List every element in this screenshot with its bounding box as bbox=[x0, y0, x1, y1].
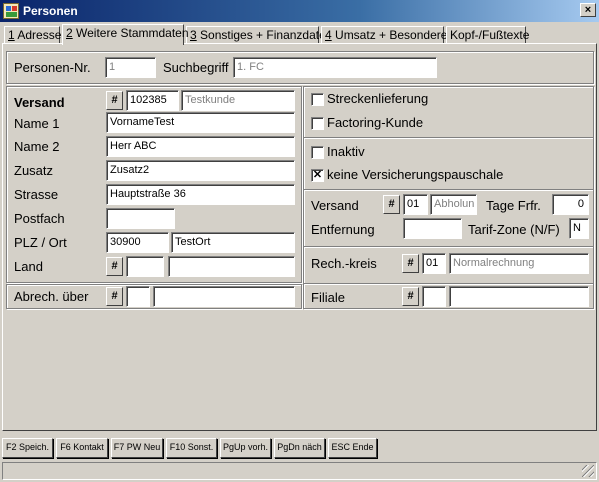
suchbegriff-field[interactable]: 1. FC bbox=[233, 57, 437, 78]
f10-other-button[interactable]: F10 Sonst. bbox=[166, 438, 217, 458]
factoring-label: Factoring-Kunde bbox=[327, 115, 424, 130]
app-icon bbox=[3, 3, 19, 19]
versicherung-checkbox[interactable]: ✕ bbox=[311, 169, 324, 182]
entfernung-label: Entfernung bbox=[311, 222, 375, 237]
land-code-field[interactable] bbox=[126, 256, 164, 277]
land-lookup-button[interactable]: # bbox=[106, 257, 123, 276]
tarif-zone-field[interactable]: N bbox=[569, 218, 589, 239]
abrech-label: Abrech. über bbox=[14, 289, 89, 304]
streckenlieferung-checkbox[interactable] bbox=[311, 93, 324, 106]
postfach-label: Postfach bbox=[14, 211, 65, 226]
divider bbox=[304, 246, 593, 248]
versand-right-desc-field: Abholun bbox=[430, 194, 477, 215]
divider bbox=[304, 137, 593, 139]
tab-sonstiges-finanzdaten[interactable]: 3 Sonstiges + Finanzdaten bbox=[186, 26, 332, 44]
versand-left-label: Versand bbox=[14, 95, 65, 110]
versand-right-label: Versand bbox=[311, 198, 359, 213]
abrech-code-field[interactable] bbox=[126, 286, 150, 307]
f6-contact-button[interactable]: F6 Kontakt bbox=[56, 438, 108, 458]
filiale-lookup-button[interactable]: # bbox=[402, 287, 419, 306]
plz-ort-label: PLZ / Ort bbox=[14, 235, 67, 250]
f7-new-password-button[interactable]: F7 PW Neu bbox=[111, 438, 163, 458]
zusatz-field[interactable]: Zusatz2 bbox=[106, 160, 295, 181]
personen-nr-label: Personen-Nr. bbox=[14, 60, 91, 75]
rechkreis-code-field[interactable]: 01 bbox=[422, 253, 446, 274]
name2-label: Name 2 bbox=[14, 139, 60, 154]
land-label: Land bbox=[14, 259, 43, 274]
tage-field[interactable]: 0 bbox=[552, 194, 589, 215]
streckenlieferung-label: Streckenlieferung bbox=[327, 91, 429, 106]
rechkreis-desc-field: Normalrechnung bbox=[449, 253, 589, 274]
tab-adresse[interactable]: 1 Adresse bbox=[4, 26, 61, 44]
status-bar bbox=[2, 462, 597, 480]
window-title: Personen bbox=[23, 4, 78, 18]
land-desc-field bbox=[168, 256, 295, 277]
tarif-zone-label: Tarif-Zone (N/F) bbox=[468, 222, 560, 237]
versand-left-lookup-button[interactable]: # bbox=[106, 91, 123, 110]
plz-field[interactable]: 30900 bbox=[106, 232, 169, 253]
inaktiv-label: Inaktiv bbox=[327, 144, 365, 159]
entfernung-field[interactable] bbox=[403, 218, 462, 239]
versand-left-desc-field: Testkunde bbox=[181, 90, 295, 111]
filiale-code-field[interactable] bbox=[422, 286, 446, 307]
rechkreis-label: Rech.-kreis bbox=[311, 256, 377, 271]
tab-kopf-fusstexte[interactable]: Kopf-/Fußtexte bbox=[446, 26, 529, 44]
strasse-field[interactable]: Hauptstraße 36 bbox=[106, 184, 295, 205]
f2-save-button[interactable]: F2 Speich. bbox=[2, 438, 53, 458]
versicherung-label: keine Versicherungspauschale bbox=[327, 167, 504, 182]
ort-field[interactable]: TestOrt bbox=[171, 232, 295, 253]
rechkreis-lookup-button[interactable]: # bbox=[402, 254, 419, 273]
versand-right-code-field[interactable]: 01 bbox=[403, 194, 428, 215]
factoring-checkbox[interactable] bbox=[311, 117, 324, 130]
suchbegriff-label: Suchbegriff bbox=[163, 60, 229, 75]
resize-grip-icon[interactable] bbox=[582, 465, 594, 477]
divider bbox=[304, 189, 593, 191]
strasse-label: Strasse bbox=[14, 187, 59, 202]
filiale-label: Filiale bbox=[311, 290, 345, 305]
name1-field[interactable]: VornameTest bbox=[106, 112, 295, 133]
postfach-field[interactable] bbox=[106, 208, 175, 229]
name1-label: Name 1 bbox=[14, 116, 60, 131]
divider bbox=[304, 283, 593, 285]
zusatz-label: Zusatz bbox=[14, 163, 54, 178]
inaktiv-checkbox[interactable] bbox=[311, 146, 324, 159]
name2-field[interactable]: Herr ABC bbox=[106, 136, 295, 157]
abrech-desc-field bbox=[153, 286, 295, 307]
esc-end-button[interactable]: ESC Ende bbox=[328, 438, 377, 458]
versand-right-lookup-button[interactable]: # bbox=[383, 195, 400, 214]
title-bar: Personen × bbox=[0, 0, 599, 22]
versand-left-code-field[interactable]: 102385 bbox=[126, 90, 179, 111]
tab-umsatz-besonderes[interactable]: 4 Umsatz + Besonderes bbox=[321, 26, 453, 44]
close-icon[interactable]: × bbox=[580, 3, 596, 17]
filiale-desc-field bbox=[449, 286, 589, 307]
tab-weitere-stammdaten[interactable]: 2 Weitere Stammdaten bbox=[62, 24, 189, 45]
abrech-lookup-button[interactable]: # bbox=[106, 287, 123, 306]
pgdn-next-button[interactable]: PgDn näch bbox=[274, 438, 325, 458]
tage-label: Tage Frfr. bbox=[486, 198, 541, 213]
pgup-previous-button[interactable]: PgUp vorh. bbox=[220, 438, 271, 458]
personen-nr-field[interactable]: 1 bbox=[105, 57, 156, 78]
